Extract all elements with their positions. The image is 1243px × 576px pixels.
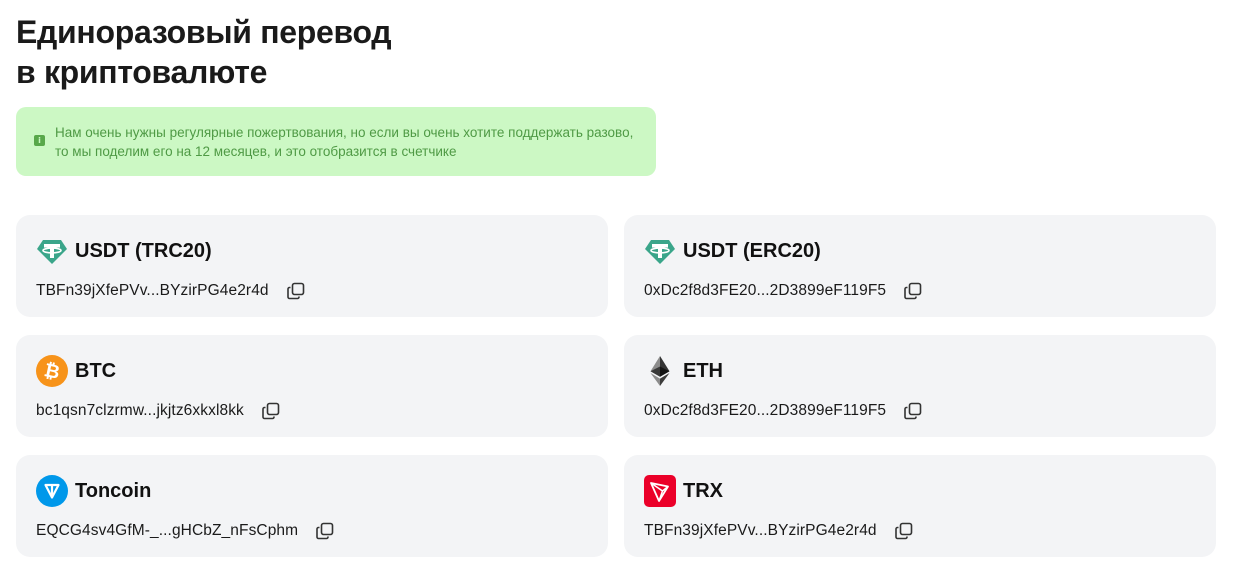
wallet-name: TRX	[683, 479, 723, 502]
page-title-line-2: в криптовалюте	[16, 54, 268, 90]
wallet-address[interactable]: 0xDc2f8d3FE20...2D3899eF119F5	[644, 402, 886, 420]
copy-icon[interactable]	[314, 520, 336, 542]
wallet-name: USDT (TRC20)	[75, 239, 212, 262]
copy-icon[interactable]	[902, 280, 924, 302]
notice-text: Нам очень нужны регулярные пожертвования…	[55, 125, 634, 159]
wallet-address[interactable]: TBFn39jXfePVv...BYzirPG4e2r4d	[644, 522, 877, 540]
wallet-address[interactable]: TBFn39jXfePVv...BYzirPG4e2r4d	[36, 282, 269, 300]
wallet-card-trx: TRX TBFn39jXfePVv...BYzirPG4e2r4d	[624, 455, 1216, 557]
toncoin-icon	[36, 475, 68, 507]
wallet-name: ETH	[683, 359, 723, 382]
wallet-grid: USDT (TRC20) TBFn39jXfePVv...BYzirPG4e2r…	[16, 215, 1216, 557]
wallet-address[interactable]: EQCG4sv4GfM-_...gHCbZ_nFsCphm	[36, 522, 298, 540]
wallet-name: Toncoin	[75, 479, 152, 502]
wallet-card-btc: ₿ BTC bc1qsn7clzrmw...jkjtz6xkxl8kk	[16, 335, 608, 437]
tron-icon	[644, 475, 676, 507]
wallet-card-toncoin: Toncoin EQCG4sv4GfM-_...gHCbZ_nFsCphm	[16, 455, 608, 557]
page-title: Единоразовый перевод в криптовалюте	[16, 12, 616, 92]
wallet-card-usdt-erc20: USDT (ERC20) 0xDc2f8d3FE20...2D3899eF119…	[624, 215, 1216, 317]
wallet-card-eth: ETH 0xDc2f8d3FE20...2D3899eF119F5	[624, 335, 1216, 437]
tether-icon	[36, 235, 68, 267]
tether-icon	[644, 235, 676, 267]
wallet-name: USDT (ERC20)	[683, 239, 821, 262]
wallet-address[interactable]: bc1qsn7clzrmw...jkjtz6xkxl8kk	[36, 402, 244, 420]
info-notice: i Нам очень нужны регулярные пожертвован…	[16, 107, 656, 176]
bitcoin-icon: ₿	[36, 355, 68, 387]
copy-icon[interactable]	[893, 520, 915, 542]
wallet-name: BTC	[75, 359, 117, 382]
ethereum-icon	[644, 355, 676, 387]
wallet-address[interactable]: 0xDc2f8d3FE20...2D3899eF119F5	[644, 282, 886, 300]
info-icon: i	[34, 135, 45, 146]
page-title-line-1: Единоразовый перевод	[16, 14, 392, 50]
wallet-card-usdt-trc20: USDT (TRC20) TBFn39jXfePVv...BYzirPG4e2r…	[16, 215, 608, 317]
copy-icon[interactable]	[260, 400, 282, 422]
copy-icon[interactable]	[902, 400, 924, 422]
copy-icon[interactable]	[285, 280, 307, 302]
